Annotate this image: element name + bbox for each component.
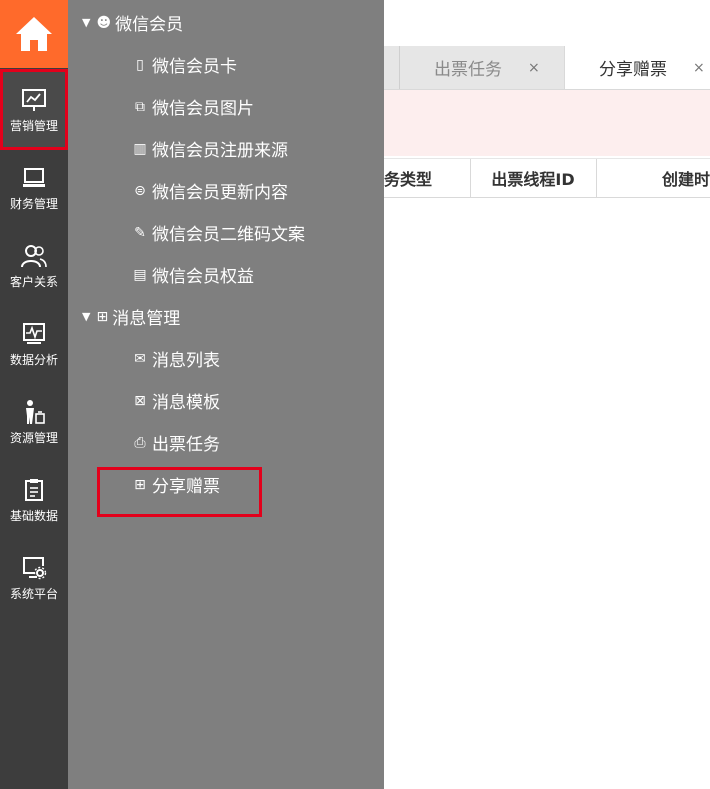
submenu-item-register-source[interactable]: ▥ 微信会员注册来源: [132, 136, 288, 162]
submenu-group-wechat-members[interactable]: ▼ ☻ 微信会员: [82, 10, 184, 36]
tab-share-ticket[interactable]: 分享赠票 ×: [564, 46, 710, 89]
home-button[interactable]: [0, 0, 68, 68]
tab-ticket-task[interactable]: 出票任务 ×: [400, 46, 564, 89]
submenu-item-member-card[interactable]: ▯ 微信会员卡: [132, 52, 237, 78]
home-icon: [16, 17, 52, 51]
rail-item-label: 基础数据: [9, 508, 58, 523]
submenu-item-message-list[interactable]: ✉ 消息列表: [132, 346, 220, 372]
rail-item-finance[interactable]: 财务管理: [0, 148, 68, 226]
submenu-item-member-benefits[interactable]: ▤ 微信会员权益: [132, 262, 254, 288]
tab-label: 出票任务: [434, 60, 502, 80]
close-icon[interactable]: ×: [528, 60, 540, 76]
submenu-item-label: 消息列表: [152, 351, 220, 371]
monitor-chart-icon: [19, 319, 49, 349]
book-icon: ▥: [133, 140, 147, 157]
grid-icon: ⊞: [96, 308, 109, 325]
column-header-created[interactable]: 创建时: [596, 159, 710, 197]
submenu-item-label: 微信会员二维码文案: [152, 225, 305, 245]
submenu-item-label: 出票任务: [152, 435, 220, 455]
rail-item-base-data[interactable]: 基础数据: [0, 460, 68, 538]
tab-bar: 出票任务 × 分享赠票 ×: [384, 46, 710, 90]
submenu-item-ticket-task[interactable]: ⎙ 出票任务: [132, 430, 220, 456]
submenu-group-messages[interactable]: ▼ ⊞ 消息管理: [82, 304, 181, 330]
tab-hidden-left[interactable]: [384, 46, 400, 89]
rail-item-resources[interactable]: 资源管理: [0, 382, 68, 460]
group-label: 微信会员: [115, 15, 184, 35]
card-icon: ▯: [136, 56, 144, 73]
refresh-doc-icon: ⊜: [134, 182, 146, 199]
printer-icon: ⎙: [134, 434, 146, 451]
envelope-icon: ⊠: [134, 392, 146, 409]
highlight-box-share-ticket: [97, 467, 262, 517]
rail-item-analytics[interactable]: 数据分析: [0, 304, 68, 382]
submenu-item-message-template[interactable]: ⊠ 消息模板: [132, 388, 220, 414]
users-small-icon: ☻: [96, 14, 112, 31]
rail-item-label: 系统平台: [9, 586, 58, 601]
screen-gear-icon: [19, 553, 49, 583]
rail-item-label: 财务管理: [9, 196, 58, 211]
submenu-item-label: 微信会员卡: [152, 57, 237, 77]
notice-bar: [384, 90, 710, 156]
column-header-type[interactable]: 务类型: [384, 159, 471, 197]
triangle-down-icon: ▼: [82, 310, 91, 323]
rail-item-label: 数据分析: [9, 352, 58, 367]
list-doc-icon: ▤: [133, 266, 147, 283]
rail-item-system[interactable]: 系统平台: [0, 538, 68, 616]
rail-item-label: 资源管理: [9, 430, 58, 445]
submenu-item-label: 微信会员注册来源: [152, 141, 288, 161]
submenu-item-label: 微信会员权益: [152, 267, 254, 287]
edit-doc-icon: ✎: [134, 224, 146, 241]
envelope-open-icon: ✉: [134, 350, 146, 367]
rail-item-label: 客户关系: [9, 274, 58, 289]
submenu-item-label: 微信会员图片: [152, 99, 254, 119]
submenu-item-qrcode-text[interactable]: ✎ 微信会员二维码文案: [132, 220, 305, 246]
users-icon: [19, 241, 49, 271]
highlight-box-rail: [0, 69, 68, 150]
person-luggage-icon: [19, 397, 49, 427]
group-label: 消息管理: [112, 309, 181, 329]
submenu-item-label: 消息模板: [152, 393, 220, 413]
tab-label: 分享赠票: [599, 60, 667, 80]
submenu-item-member-images[interactable]: ⧉ 微信会员图片: [132, 94, 254, 120]
submenu-panel: ▼ ☻ 微信会员 ▯ 微信会员卡 ⧉ 微信会员图片 ▥ 微信会员注册来源 ⊜ 微…: [68, 0, 384, 789]
table-header: 务类型 出票线程ID 创建时: [384, 158, 710, 198]
clipboard-icon: [19, 475, 49, 505]
triangle-down-icon: ▼: [82, 16, 91, 29]
images-icon: ⧉: [135, 98, 145, 115]
rail-item-customers[interactable]: 客户关系: [0, 226, 68, 304]
close-icon[interactable]: ×: [693, 60, 705, 76]
laptop-icon: [19, 163, 49, 193]
column-header-thread-id[interactable]: 出票线程ID: [470, 159, 597, 197]
submenu-item-update-content[interactable]: ⊜ 微信会员更新内容: [132, 178, 288, 204]
submenu-item-label: 微信会员更新内容: [152, 183, 288, 203]
